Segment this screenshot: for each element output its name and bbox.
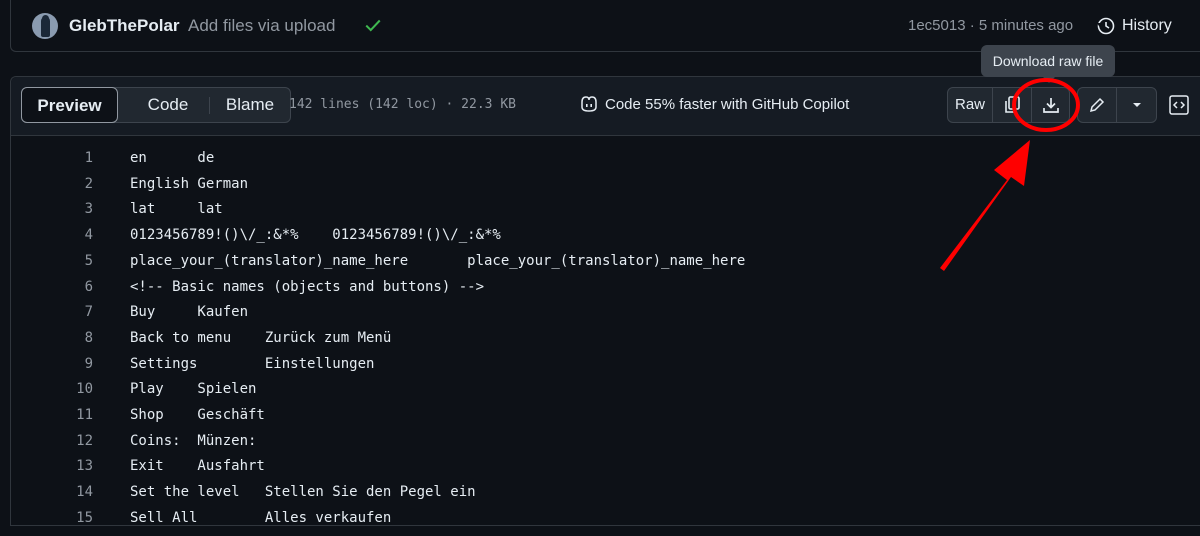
- more-options-button[interactable]: [1117, 88, 1156, 122]
- line-number[interactable]: 15: [51, 510, 93, 526]
- line-number[interactable]: 7: [51, 304, 93, 320]
- symbols-button[interactable]: [1161, 87, 1197, 123]
- line-number[interactable]: 8: [51, 330, 93, 346]
- code-line: 1 en de: [11, 146, 1200, 172]
- line-text: Shop Geschäft: [130, 407, 265, 423]
- code-line: 6 <!-- Basic names (objects and buttons) …: [11, 275, 1200, 301]
- pencil-icon: [1089, 97, 1105, 113]
- code-line: 5 place_your_(translator)_name_here place…: [11, 249, 1200, 275]
- line-text: 0123456789!()\/_:&*% 0123456789!()\/_:&*…: [130, 227, 501, 244]
- code-line: 12 Coins: Münzen:: [11, 429, 1200, 455]
- line-text: Set the level Stellen Sie den Pegel ein: [130, 484, 476, 501]
- code-line: 11 Shop Geschäft: [11, 403, 1200, 429]
- code-line: 8 Back to menu Zurück zum Menü: [11, 326, 1200, 352]
- tab-blame[interactable]: Blame: [210, 88, 290, 122]
- code-line: 9 Settings Einstellungen: [11, 352, 1200, 378]
- code-square-icon: [1169, 95, 1189, 115]
- line-text: Coins: Münzen:: [130, 432, 257, 449]
- file-header: Preview Code Blame 142 lines (142 loc) ·…: [11, 77, 1200, 136]
- line-number[interactable]: 3: [51, 201, 93, 217]
- code-line: 13 Exit Ausfahrt: [11, 454, 1200, 480]
- tab-code[interactable]: Code: [126, 88, 210, 122]
- copy-raw-button[interactable]: [993, 88, 1032, 122]
- file-viewer: Preview Code Blame 142 lines (142 loc) ·…: [10, 76, 1200, 526]
- avatar[interactable]: [32, 13, 58, 39]
- line-number[interactable]: 13: [51, 458, 93, 474]
- code-line: 7 Buy Kaufen: [11, 300, 1200, 326]
- download-tooltip: Download raw file: [981, 45, 1115, 83]
- copilot-link[interactable]: Code 55% faster with GitHub Copilot: [579, 95, 849, 113]
- code-area: 1 en de 2 English German 3 lat lat 4 0123456789…: [11, 136, 1200, 536]
- line-number[interactable]: 2: [51, 176, 93, 192]
- raw-button[interactable]: Raw: [948, 88, 993, 122]
- line-number[interactable]: 12: [51, 433, 93, 449]
- edit-group: [1077, 87, 1157, 123]
- line-text: Back to menu Zurück zum Menü: [130, 329, 392, 346]
- line-text: <!-- Basic names (objects and buttons) -…: [130, 278, 485, 295]
- code-line: 10 Play Spielen: [11, 377, 1200, 403]
- history-button[interactable]: History: [1096, 14, 1172, 38]
- code-line: 15 Sell All Alles verkaufen: [11, 506, 1200, 532]
- copilot-text: Code 55% faster with GitHub Copilot: [605, 95, 850, 113]
- line-number[interactable]: 14: [51, 484, 93, 500]
- line-text: Exit Ausfahrt: [130, 458, 265, 475]
- tab-preview[interactable]: Preview: [21, 87, 118, 123]
- edit-button[interactable]: [1078, 88, 1117, 122]
- line-text: place_your_(translator)_name_here place_…: [130, 252, 746, 269]
- line-number[interactable]: 9: [51, 356, 93, 372]
- line-number[interactable]: 4: [51, 227, 93, 243]
- code-line: 14 Set the level Stellen Sie den Pegel ei…: [11, 480, 1200, 506]
- line-number[interactable]: 6: [51, 279, 93, 295]
- copilot-icon: [581, 96, 597, 112]
- commit-sha-time[interactable]: 1ec5013 · 5 minutes ago: [908, 17, 1073, 34]
- line-number[interactable]: 1: [51, 150, 93, 166]
- code-line: 3 lat lat: [11, 197, 1200, 223]
- line-text: Sell All Alles verkaufen: [130, 509, 392, 526]
- copy-icon: [1005, 96, 1020, 113]
- download-icon: [1043, 98, 1059, 113]
- commit-author[interactable]: GlebThePolar: [69, 16, 180, 36]
- line-text: Play Spielen: [130, 381, 257, 398]
- file-meta: 142 lines (142 loc) · 22.3 KB: [289, 97, 516, 112]
- line-text: English German: [130, 175, 249, 192]
- code-line: 4 0123456789!()\/_:&*% 0123456789!()\/_:&…: [11, 223, 1200, 249]
- line-text: en de: [130, 150, 215, 166]
- line-text: lat lat: [130, 201, 223, 218]
- file-tools: Raw: [947, 87, 1070, 123]
- view-switch: Preview Code Blame: [21, 87, 291, 123]
- chevron-down-icon: [1132, 103, 1141, 107]
- download-raw-button[interactable]: [1032, 88, 1070, 122]
- line-text: Settings Einstellungen: [130, 355, 375, 372]
- line-text: Buy Kaufen: [130, 304, 249, 321]
- commit-message[interactable]: Add files via upload: [188, 16, 335, 36]
- history-icon: [1097, 17, 1115, 35]
- line-number[interactable]: 11: [51, 407, 93, 423]
- check-icon: [365, 19, 381, 32]
- line-number[interactable]: 5: [51, 253, 93, 269]
- history-label: History: [1122, 17, 1172, 34]
- line-number[interactable]: 10: [51, 381, 93, 397]
- code-line: 2 English German: [11, 172, 1200, 198]
